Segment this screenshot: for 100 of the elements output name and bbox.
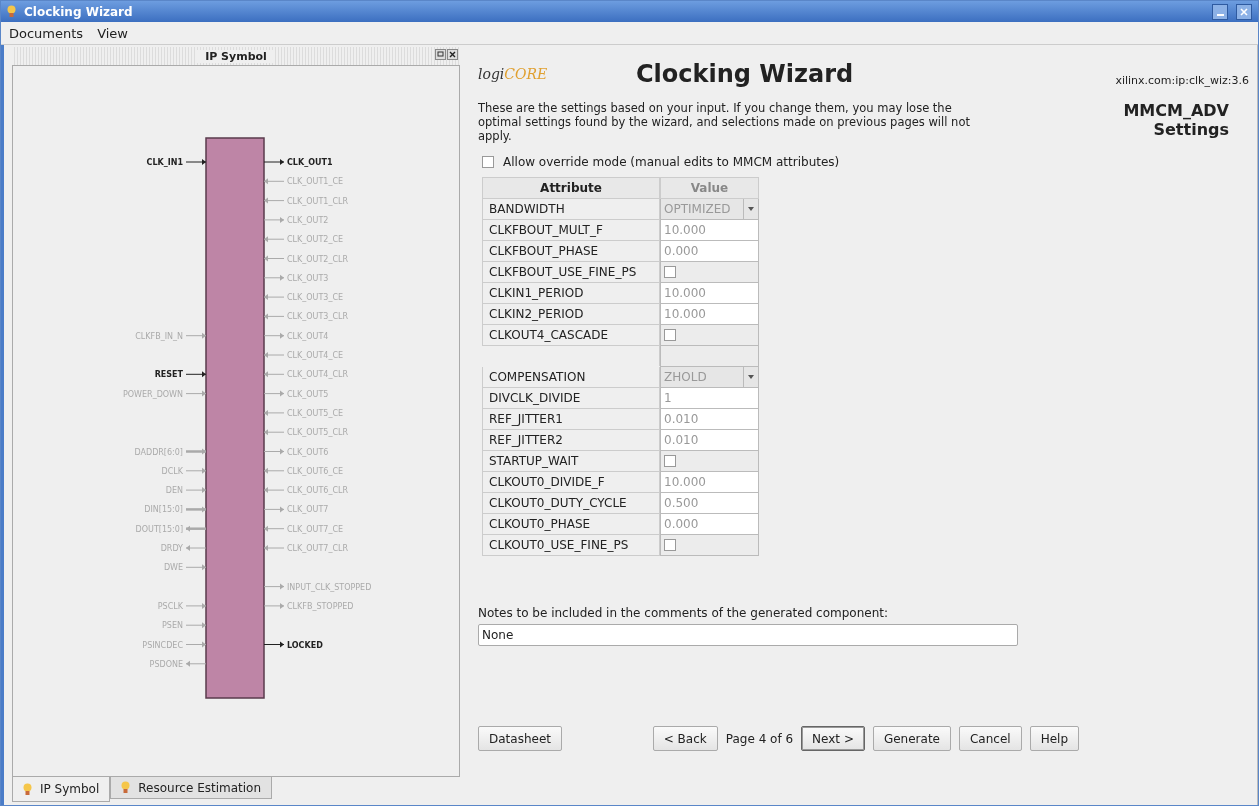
pin-label: CLK_OUT3_CE — [287, 293, 344, 303]
back-button[interactable]: < Back — [652, 726, 718, 751]
pin-label: CLK_OUT1_CLR — [287, 196, 349, 206]
column-header: Value — [660, 177, 759, 199]
panel-tab[interactable]: Resource Estimation — [110, 777, 273, 799]
pin-label: CLK_OUT5 — [287, 389, 329, 399]
pin-arrow — [185, 159, 207, 165]
notes-label: Notes to be included in the comments of the generated component: — [478, 606, 889, 620]
value-checkbox[interactable] — [664, 329, 676, 341]
float-icon[interactable] — [435, 49, 446, 60]
attribute-cell: DIVCLK_DIVIDE — [482, 388, 660, 409]
pin-label: DRDY — [160, 544, 183, 553]
pin-label: DEN — [165, 486, 183, 496]
attribute-cell: CLKIN1_PERIOD — [482, 283, 660, 304]
help-button[interactable]: Help — [1029, 726, 1079, 751]
pin-arrow — [185, 641, 207, 648]
bus-arrow — [186, 448, 206, 455]
pin-label: DADDR[6:0] — [134, 447, 183, 457]
attribute-cell: CLKFBOUT_MULT_F — [482, 220, 660, 241]
pin-arrow — [263, 216, 285, 223]
menu-item[interactable]: Documents — [9, 25, 84, 41]
pin-label: PSDONE — [149, 659, 183, 669]
value-checkbox[interactable] — [664, 455, 676, 467]
pin-label: DIN[15:0] — [144, 505, 183, 515]
caret-icon — [748, 375, 754, 379]
pin-arrow — [185, 467, 207, 474]
panel-title: IP Symbol — [197, 49, 275, 63]
description: These are the settings based on your input. If you change them, you may lose the optimal settings found by the wizard, and selections made on previous pages will not apply. — [478, 101, 971, 143]
pin-arrow — [263, 313, 285, 320]
override-checkbox[interactable] — [482, 156, 494, 168]
pin-arrow — [185, 371, 207, 378]
pin-label: CLK_OUT4_CE — [287, 351, 344, 360]
pin-label: CLK_OUT2 — [287, 215, 329, 225]
minimize-icon — [1216, 13, 1224, 16]
cancel-button[interactable]: Cancel — [959, 726, 1022, 751]
pin-label: CLK_OUT1 — [287, 158, 333, 167]
pin-arrow — [185, 332, 207, 339]
wizard-title: Clocking Wizard — [635, 60, 855, 88]
pin-label: DOUT[15:0] — [135, 524, 183, 534]
pin-arrow — [263, 352, 285, 358]
column-header: Attribute — [482, 177, 660, 199]
attribute-cell: CLKOUT4_CASCADE — [482, 325, 660, 346]
value-checkbox[interactable] — [664, 266, 676, 278]
attribute-cell: CLKOUT0_PHASE — [482, 514, 660, 535]
close-icon[interactable] — [447, 49, 458, 60]
attribute-cell: COMPENSATION — [482, 367, 660, 388]
pin-label: DWE — [163, 563, 183, 573]
logo: logiCORE — [478, 66, 549, 82]
pin-arrow — [263, 255, 285, 262]
pin-arrow — [263, 371, 285, 378]
pin-arrow — [263, 197, 285, 204]
page-indicator: Page 4 of 6 — [725, 731, 794, 746]
pin-arrow — [263, 236, 285, 243]
pin-label: PSEN — [162, 621, 183, 631]
pin-arrow — [263, 448, 285, 455]
value-checkbox[interactable] — [664, 539, 676, 551]
pin-label: DCLK — [161, 466, 183, 476]
pin-label: RESET — [154, 370, 183, 380]
pin-arrow — [185, 487, 207, 494]
pin-label: PSCLK — [157, 601, 183, 611]
close-button[interactable] — [1236, 3, 1252, 20]
page-heading: Settings — [1153, 120, 1229, 139]
pin-arrow — [185, 602, 207, 609]
generate-button[interactable]: Generate — [872, 726, 951, 751]
window-title: Clocking Wizard — [24, 4, 134, 19]
pin-arrow — [263, 506, 285, 513]
pin-label: CLK_IN1 — [146, 158, 183, 167]
pin-arrow — [263, 545, 285, 551]
minimize-button[interactable] — [1212, 3, 1228, 20]
pin-label: CLK_OUT7_CE — [287, 524, 344, 534]
attribute-cell: CLKFBOUT_USE_FINE_PS — [482, 262, 660, 283]
pin-arrow — [263, 178, 285, 185]
bus-arrow — [186, 506, 206, 513]
panel-tab[interactable]: IP Symbol — [12, 777, 111, 802]
pin-arrow — [263, 467, 285, 474]
attribute-cell: REF_JITTER1 — [482, 409, 660, 430]
pin-label: CLK_OUT7_CLR — [287, 544, 349, 553]
attribute-cell: BANDWIDTH — [482, 199, 660, 220]
pin-arrow — [263, 429, 285, 436]
pin-arrow — [263, 641, 285, 648]
bulb-icon — [23, 782, 32, 796]
attribute-cell: CLKFBOUT_PHASE — [482, 241, 660, 262]
next-button[interactable]: Next > — [801, 726, 865, 751]
pin-label: CLK_OUT6 — [287, 447, 329, 457]
pin-arrow — [263, 487, 285, 494]
pin-label: CLK_OUT7 — [287, 505, 329, 515]
pin-label: CLK_OUT1_CE — [287, 177, 344, 187]
attribute-cell: CLKIN2_PERIOD — [482, 304, 660, 325]
pin-arrow — [185, 622, 207, 629]
menu-item[interactable]: View — [97, 25, 128, 41]
pin-label: CLK_OUT6_CLR — [287, 486, 349, 496]
pin-arrow — [263, 525, 285, 532]
pin-arrow — [263, 159, 285, 165]
notes-field[interactable]: None — [478, 624, 1018, 646]
datasheet-button[interactable]: Datasheet — [478, 726, 562, 751]
app-icon — [7, 5, 16, 18]
pin-arrow — [263, 332, 285, 339]
pin-arrow — [185, 660, 207, 667]
ip-version: xilinx.com:ip:clk_wiz:3.6 — [1115, 73, 1249, 87]
attribute-cell: STARTUP_WAIT — [482, 451, 660, 472]
